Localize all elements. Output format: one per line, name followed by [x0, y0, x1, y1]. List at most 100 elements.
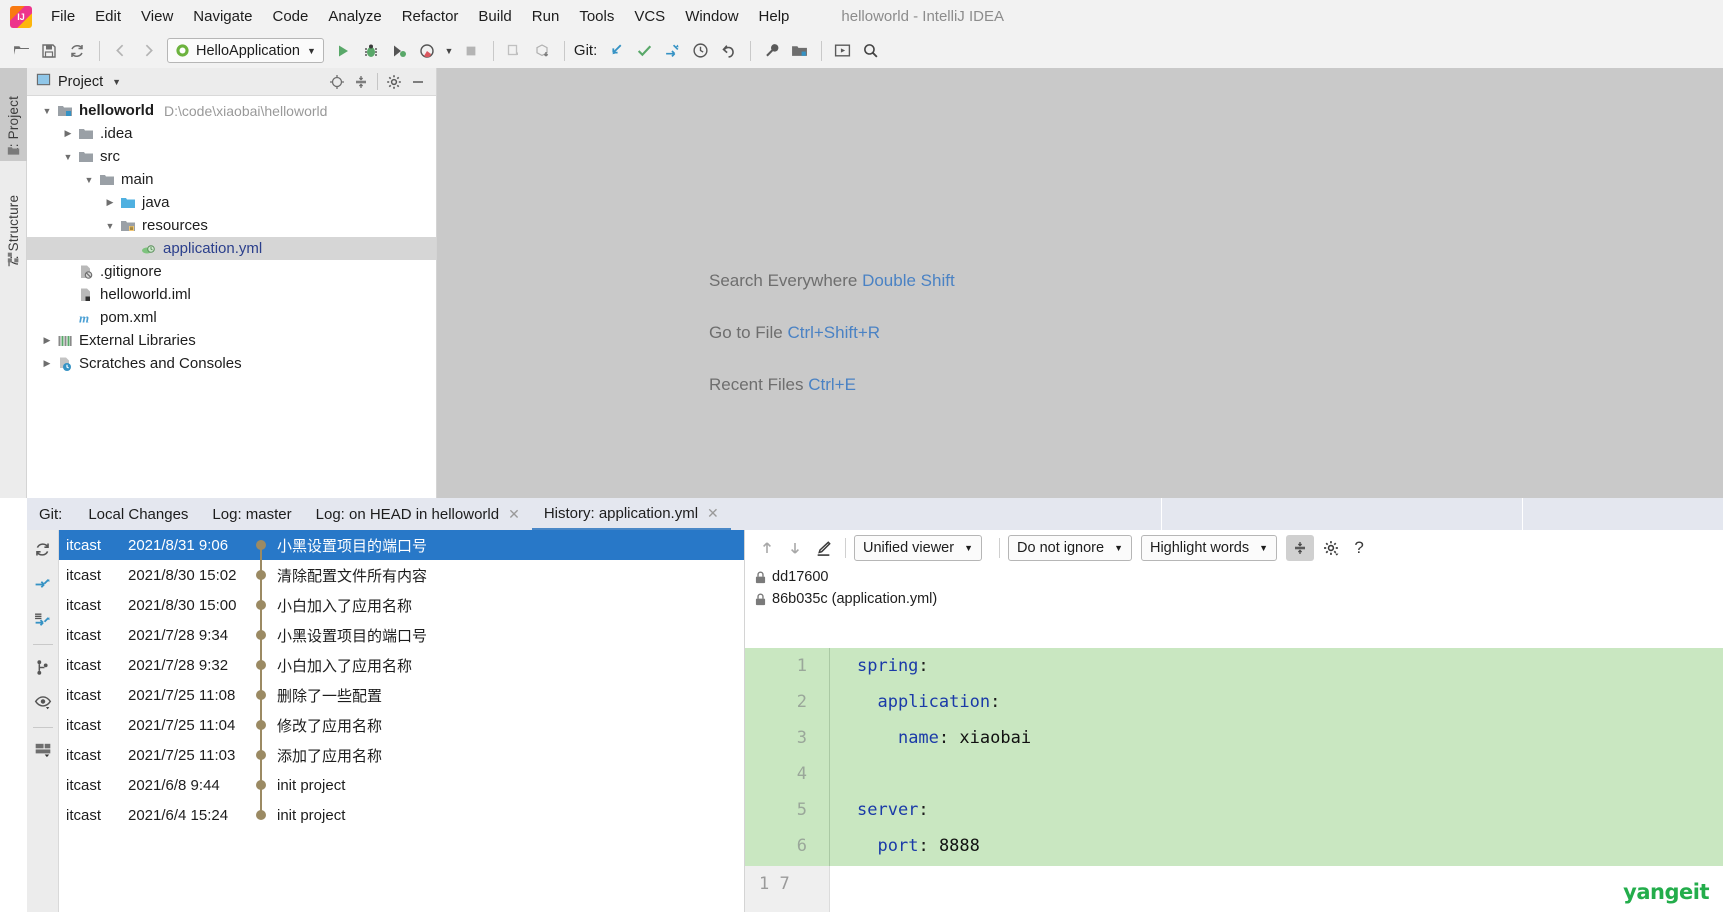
collapse-linear-branch-icon[interactable] [30, 606, 56, 632]
menu-item-navigate[interactable]: Navigate [183, 4, 262, 29]
run-with-coverage-icon[interactable] [386, 38, 412, 64]
chevron-down-icon[interactable]: ▼ [112, 77, 121, 87]
revert-icon[interactable] [715, 38, 741, 64]
branches-icon[interactable] [30, 654, 56, 680]
menu-item-help[interactable]: Help [749, 4, 800, 29]
refresh-icon[interactable] [30, 536, 56, 562]
run-icon[interactable] [330, 38, 356, 64]
chevron-down-icon[interactable]: ▼ [60, 152, 76, 162]
commit-icon[interactable] [631, 38, 657, 64]
menu-item-build[interactable]: Build [468, 4, 521, 29]
tree-node-main[interactable]: ▼ main [27, 168, 436, 191]
tree-node-application-yml[interactable]: application.yml [27, 237, 436, 260]
gear-icon[interactable] [382, 70, 406, 94]
menu-item-window[interactable]: Window [675, 4, 748, 29]
menu-item-run[interactable]: Run [522, 4, 570, 29]
chevron-right-icon[interactable]: ▶ [39, 335, 55, 346]
revision-row-after[interactable]: 86b035c (application.yml) [745, 588, 1723, 610]
tree-node--gitignore[interactable]: .gitignore [27, 260, 436, 283]
collapse-all-icon[interactable] [349, 70, 373, 94]
chevron-down-icon[interactable]: ▼ [39, 106, 55, 116]
previous-difference-icon[interactable] [753, 534, 781, 562]
tab-history-application-yml[interactable]: History: application.yml ✕ [531, 498, 731, 530]
profile-dropdown-icon[interactable]: ▼ [442, 38, 456, 64]
tree-node-external-libraries[interactable]: ▶ External Libraries [27, 329, 436, 352]
menu-item-view[interactable]: View [131, 4, 183, 29]
collapse-branch-icon[interactable] [30, 571, 56, 597]
debug-icon[interactable] [358, 38, 384, 64]
tree-node-src[interactable]: ▼ src [27, 145, 436, 168]
commit-row[interactable]: itcast 2021/7/25 11:03 添加了应用名称 [59, 740, 744, 770]
update-project-icon[interactable] [603, 38, 629, 64]
help-icon[interactable]: ? [1345, 534, 1373, 562]
push-icon[interactable] [659, 38, 685, 64]
commit-row[interactable]: itcast 2021/7/28 9:34 小黑设置项目的端口号 [59, 620, 744, 650]
tree-node-pom-xml[interactable]: m pom.xml [27, 306, 436, 329]
run-configuration-selector[interactable]: HelloApplication ▼ [167, 38, 324, 63]
tree-node--idea[interactable]: ▶ .idea [27, 122, 436, 145]
tree-node-scratches-and-consoles[interactable]: ▶ Scratches and Consoles [27, 352, 436, 375]
history-icon[interactable] [687, 38, 713, 64]
chevron-right-icon[interactable]: ▶ [39, 358, 55, 369]
commit-row[interactable]: itcast 2021/8/30 15:00 小白加入了应用名称 [59, 590, 744, 620]
commit-history-list[interactable]: itcast 2021/8/31 9:06 小黑设置项目的端口号 itcast 2021… [59, 530, 745, 912]
tree-node-label: .gitignore [100, 263, 162, 280]
tree-node-resources[interactable]: ▼ resources [27, 214, 436, 237]
menu-item-tools[interactable]: Tools [569, 4, 624, 29]
diff-code-area[interactable]: 1 2 3 4 5 6 spring: application: name: xiaoba… [745, 648, 1723, 866]
commit-row[interactable]: itcast 2021/8/30 15:02 清除配置文件所有内容 [59, 560, 744, 590]
revision-row-before[interactable]: dd17600 [745, 566, 1723, 588]
viewer-mode-select[interactable]: Unified viewer ▼ [854, 535, 982, 561]
search-icon[interactable] [857, 38, 883, 64]
settings-wrench-icon[interactable] [758, 38, 784, 64]
profile-icon[interactable] [414, 38, 440, 64]
sync-icon[interactable] [64, 38, 90, 64]
install-icon[interactable] [501, 38, 527, 64]
scratches-icon [57, 356, 73, 372]
chevron-down-icon[interactable]: ▼ [102, 221, 118, 231]
hide-icon[interactable] [406, 70, 430, 94]
forward-arrow-icon[interactable] [135, 38, 161, 64]
commit-date: 2021/8/30 15:02 [128, 566, 237, 584]
save-all-icon[interactable] [36, 38, 62, 64]
menu-item-vcs[interactable]: VCS [624, 4, 675, 29]
presentation-icon[interactable] [829, 38, 855, 64]
tree-node-helloworld[interactable]: ▼ helloworld D:\code\xiaobai\helloworld [27, 99, 436, 122]
highlight-mode-select[interactable]: Highlight words ▼ [1140, 535, 1278, 561]
tree-node-helloworld-iml[interactable]: helloworld.iml [27, 283, 436, 306]
commit-row[interactable]: itcast 2021/6/4 15:24 init project [59, 800, 744, 830]
edit-source-icon[interactable] [809, 534, 837, 562]
back-arrow-icon[interactable] [107, 38, 133, 64]
show-details-icon[interactable] [30, 689, 56, 715]
package-download-icon[interactable] [529, 38, 555, 64]
menu-item-code[interactable]: Code [262, 4, 318, 29]
menu-item-edit[interactable]: Edit [85, 4, 131, 29]
ignore-whitespace-select[interactable]: Do not ignore ▼ [1008, 535, 1132, 561]
chevron-right-icon[interactable]: ▶ [102, 197, 118, 208]
menu-item-analyze[interactable]: Analyze [318, 4, 391, 29]
chevron-right-icon[interactable]: ▶ [60, 128, 76, 139]
open-folder-icon[interactable] [8, 38, 34, 64]
tab-log-master[interactable]: Log: master [200, 498, 303, 530]
close-icon[interactable]: ✕ [707, 505, 719, 522]
tab-log-head[interactable]: Log: on HEAD in helloworld ✕ [304, 498, 532, 530]
next-difference-icon[interactable] [781, 534, 809, 562]
commit-row[interactable]: itcast 2021/7/25 11:08 删除了一些配置 [59, 680, 744, 710]
menu-item-refactor[interactable]: Refactor [392, 4, 469, 29]
stop-icon[interactable] [458, 38, 484, 64]
tab-local-changes[interactable]: Local Changes [76, 498, 200, 530]
diff-code-text[interactable]: spring: application: name: xiaobai serve… [830, 648, 1723, 866]
close-icon[interactable]: ✕ [508, 506, 520, 523]
locate-target-icon[interactable] [325, 70, 349, 94]
collapse-unchanged-icon[interactable] [1286, 535, 1315, 561]
chevron-down-icon[interactable]: ▼ [81, 175, 97, 185]
project-structure-icon[interactable] [786, 38, 812, 64]
commit-row[interactable]: itcast 2021/8/31 9:06 小黑设置项目的端口号 [59, 530, 744, 560]
commit-row[interactable]: itcast 2021/7/28 9:32 小白加入了应用名称 [59, 650, 744, 680]
layout-preview-icon[interactable] [30, 737, 56, 763]
tree-node-java[interactable]: ▶ java [27, 191, 436, 214]
commit-row[interactable]: itcast 2021/7/25 11:04 修改了应用名称 [59, 710, 744, 740]
menu-item-file[interactable]: File [41, 4, 85, 29]
commit-row[interactable]: itcast 2021/6/8 9:44 init project [59, 770, 744, 800]
gear-icon[interactable] [1317, 534, 1345, 562]
